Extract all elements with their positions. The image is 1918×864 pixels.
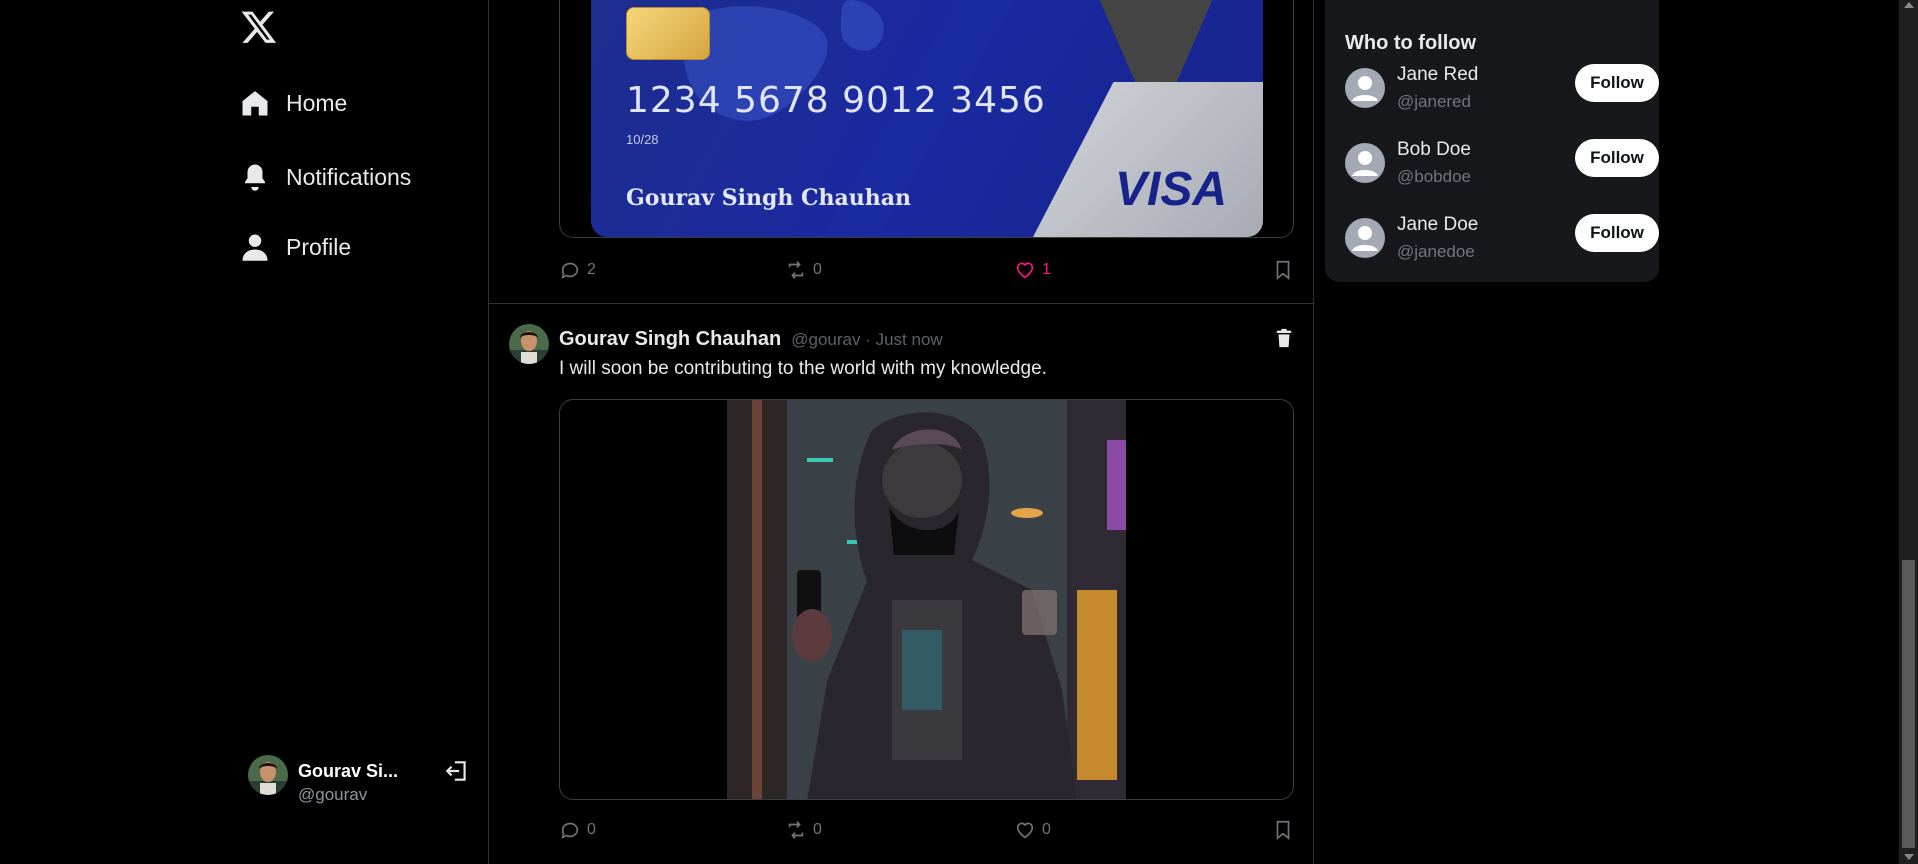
left-sidebar: Home Notifications Profile Gourav Si...: [0, 0, 488, 864]
bookmark-icon: [1276, 260, 1290, 281]
suggestion-handle: @janedoe: [1397, 242, 1475, 261]
nav-home[interactable]: Home: [240, 88, 347, 118]
suggestion-name[interactable]: Bob Doe: [1397, 139, 1471, 161]
like-button[interactable]: 0: [1014, 819, 1051, 841]
retweet-icon: [788, 821, 804, 839]
follow-suggestion[interactable]: Bob Doe @bobdoe Follow: [1345, 139, 1659, 203]
post-actions: 0 0 0: [559, 816, 1294, 844]
default-avatar-icon: [1345, 218, 1385, 258]
default-avatar-icon: [1345, 143, 1385, 183]
bookmark-button[interactable]: [1272, 819, 1294, 841]
home-icon: [242, 91, 268, 116]
scroll-down-arrow-icon[interactable]: [1904, 854, 1914, 860]
follow-suggestion[interactable]: Jane Doe @janedoe Follow: [1345, 214, 1659, 278]
retweet-button[interactable]: 0: [785, 819, 822, 841]
who-to-follow-panel: Who to follow Jane Red @janered Follow B…: [1325, 0, 1659, 282]
account-switcher[interactable]: Gourav Si... @gourav: [248, 755, 468, 815]
like-count: 0: [1042, 821, 1051, 838]
nav-profile-label: Profile: [286, 233, 352, 260]
post-text: I will soon be contributing to the world…: [559, 358, 1047, 379]
retweet-count: 0: [813, 261, 822, 278]
app: Home Notifications Profile Gourav Si...: [0, 0, 1918, 864]
hooded-figure-illustration: [727, 400, 1126, 799]
retweet-count: 0: [813, 821, 822, 838]
default-avatar-icon: [1345, 68, 1385, 108]
nav-notifications[interactable]: Notifications: [240, 162, 411, 192]
nav-profile[interactable]: Profile: [240, 232, 351, 262]
suggestion-handle: @bobdoe: [1397, 167, 1471, 186]
nav-notifications-label: Notifications: [286, 163, 412, 190]
card-brand: VISA: [1114, 163, 1227, 216]
logout-icon[interactable]: [444, 758, 470, 784]
page-scrollbar[interactable]: [1899, 0, 1918, 864]
reply-button[interactable]: 2: [559, 259, 596, 281]
card-number: 1234 5678 9012 3456: [626, 80, 1046, 121]
post-author[interactable]: Gourav Singh Chauhan: [559, 328, 781, 351]
post-media[interactable]: [559, 399, 1294, 800]
post-photo: [727, 400, 1126, 799]
card-expiry: 10/28: [626, 132, 659, 147]
bookmark-button[interactable]: [1272, 259, 1294, 281]
bell-icon: [245, 164, 265, 191]
heart-icon: [1016, 262, 1034, 279]
post-actions: 2 0 1: [559, 256, 1294, 284]
card-holder: Gourav Singh Chauhan: [626, 185, 912, 211]
follow-button[interactable]: Follow: [1575, 139, 1659, 177]
post-divider: [489, 303, 1315, 304]
user-icon: [242, 234, 268, 261]
card-chip: [626, 7, 710, 60]
avatar[interactable]: [509, 324, 549, 364]
x-logo-icon[interactable]: [240, 8, 278, 46]
trash-icon[interactable]: [1273, 326, 1295, 350]
credit-card-image: 1234 5678 9012 3456 10/28 Gourav Singh C…: [591, 0, 1263, 237]
post-meta: @gourav · Just now: [791, 330, 943, 349]
suggestion-name[interactable]: Jane Red: [1397, 64, 1478, 86]
panel-title: Who to follow: [1345, 32, 1477, 54]
reply-button[interactable]: 0: [559, 819, 596, 841]
account-name: Gourav Si...: [298, 761, 399, 781]
follow-suggestion[interactable]: Jane Red @janered Follow: [1345, 64, 1659, 128]
like-count: 1: [1042, 261, 1051, 278]
post-media[interactable]: 1234 5678 9012 3456 10/28 Gourav Singh C…: [559, 0, 1294, 238]
post-header: Gourav Singh Chauhan @gourav · Just now: [559, 328, 943, 351]
follow-button[interactable]: Follow: [1575, 214, 1659, 252]
follow-button[interactable]: Follow: [1575, 64, 1659, 102]
bookmark-icon: [1276, 820, 1290, 841]
suggestion-handle: @janered: [1397, 92, 1471, 111]
suggestion-name[interactable]: Jane Doe: [1397, 214, 1478, 236]
retweet-button[interactable]: 0: [785, 259, 822, 281]
retweet-icon: [788, 261, 804, 279]
main-feed: 1234 5678 9012 3456 10/28 Gourav Singh C…: [488, 0, 1315, 864]
nav-home-label: Home: [286, 89, 348, 116]
account-handle: @gourav: [298, 785, 368, 804]
like-button[interactable]: 1: [1014, 259, 1051, 281]
reply-count: 0: [587, 821, 596, 838]
scrollbar-thumb[interactable]: [1902, 560, 1915, 848]
comment-icon: [561, 262, 579, 279]
heart-icon: [1016, 822, 1034, 839]
avatar: [248, 755, 288, 795]
scroll-up-arrow-icon[interactable]: [1904, 2, 1914, 8]
comment-icon: [561, 822, 579, 839]
reply-count: 2: [587, 261, 596, 278]
